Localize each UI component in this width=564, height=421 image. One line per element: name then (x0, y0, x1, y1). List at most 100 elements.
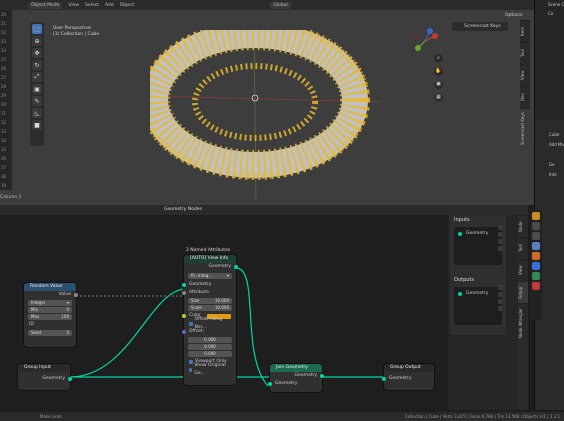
move-down-button[interactable] (498, 306, 503, 311)
object-props-icon[interactable] (532, 252, 540, 260)
size-field[interactable]: Size 10.000 (188, 298, 232, 304)
menu-add[interactable]: Add (105, 3, 114, 8)
data-type-dropdown[interactable]: Integer ▾ (28, 300, 72, 306)
outliner-item[interactable]: Scene Co (535, 0, 564, 9)
outliner-item[interactable]: Co (535, 9, 564, 18)
add-input-button[interactable] (498, 225, 503, 230)
join-geometry-header[interactable]: Join Geometry (270, 364, 322, 372)
tab-screencast-keys[interactable]: Screencast Keys (520, 108, 530, 148)
socket-join-out[interactable] (320, 374, 324, 378)
random-value-header[interactable]: Random Value (24, 283, 76, 291)
offset-x-field[interactable]: 0.000 (188, 337, 232, 343)
add-output-button[interactable] (498, 285, 503, 290)
mode-selector[interactable]: Object Mode (28, 1, 63, 9)
add-modifier-button[interactable]: Add Mod (535, 140, 564, 150)
torus-object[interactable] (150, 30, 380, 200)
group-output-node[interactable]: Group Output Geometry (382, 364, 434, 390)
render-props-icon[interactable] (532, 222, 540, 230)
zoom-icon[interactable]: ⌕ (434, 54, 443, 63)
options-dropdown[interactable]: Options (505, 13, 522, 18)
viewport-only-checkbox[interactable] (189, 360, 193, 364)
node-tree-name[interactable]: Geometry Nodes (164, 207, 202, 212)
grid-icon[interactable]: ▦ (434, 93, 443, 102)
line-number: 27 (1, 75, 7, 80)
props-object-name: Cube (549, 132, 560, 137)
modifier-props-icon[interactable] (532, 262, 540, 270)
join-geometry-in: Geometry (275, 381, 298, 386)
measure-tool[interactable]: ◺ (32, 108, 42, 118)
rotate-tool[interactable]: ↻ (32, 60, 42, 70)
socket-group-output-geometry[interactable] (382, 377, 386, 381)
socket-attribute[interactable] (182, 291, 186, 295)
scale-field[interactable]: Scale 10.000 (188, 305, 232, 311)
physics-props-icon[interactable] (532, 272, 540, 280)
viewer-node-header[interactable]: [AUTO] View Info (184, 255, 236, 263)
min-field[interactable]: Min 0 (28, 307, 72, 313)
group-input-header[interactable]: Group Input (18, 364, 70, 372)
menu-select[interactable]: Select (85, 3, 99, 8)
socket-offset[interactable] (182, 330, 186, 334)
outputs-title[interactable]: Outputs (450, 275, 506, 285)
menu-view[interactable]: View (68, 3, 79, 8)
outputs-list[interactable]: Geometry (454, 287, 502, 325)
line-number: 26 (1, 66, 7, 71)
tool-props-icon[interactable] (532, 212, 540, 220)
socket-value-out[interactable] (74, 293, 78, 297)
tab-tool[interactable]: Tool (518, 237, 528, 259)
show-original-checkbox[interactable] (189, 368, 193, 372)
tab-node[interactable]: Node (518, 215, 528, 237)
tab-group[interactable]: Group (518, 281, 528, 303)
props-item[interactable]: Ge (535, 160, 564, 170)
tab-view[interactable]: View (518, 259, 528, 281)
cursor-tool[interactable]: ⊕ (32, 36, 42, 46)
add-cube-tool[interactable]: ■ (32, 120, 42, 130)
socket-join-in[interactable] (268, 382, 272, 386)
viewer-domain-dropdown[interactable]: Rr, Integ... ▾ (188, 273, 232, 279)
annotate-tool[interactable]: ✎ (32, 96, 42, 106)
group-output-header[interactable]: Group Output (384, 364, 434, 372)
camera-icon[interactable]: ▣ (434, 80, 443, 89)
menu-object[interactable]: Object (120, 3, 135, 8)
remove-input-button[interactable] (498, 232, 503, 237)
navigation-gizmo[interactable] (410, 26, 440, 56)
socket-geometry-in[interactable] (182, 283, 186, 287)
tab-item[interactable]: Item (520, 20, 530, 42)
random-value-node[interactable]: Random Value Value Integer ▾ Min 0 Max 100 … (24, 283, 78, 347)
offset-y-field[interactable]: 0.000 (188, 344, 232, 350)
move-tool[interactable]: ✥ (32, 48, 42, 58)
move-up-button[interactable] (498, 239, 503, 244)
tab-dev[interactable]: Dev (520, 86, 530, 108)
socket-geometry-out[interactable] (234, 265, 238, 269)
group-input-node[interactable]: Group Input Geometry (18, 364, 72, 390)
pan-hand-icon[interactable]: ✋ (434, 67, 443, 76)
remove-output-button[interactable] (498, 292, 503, 297)
tab-tool[interactable]: Tool (520, 42, 530, 64)
tab-node-wrangler[interactable]: Node Wrangler (518, 303, 528, 343)
move-down-button[interactable] (498, 246, 503, 251)
join-geometry-node[interactable]: Join Geometry Geometry Geometry (268, 364, 324, 392)
outputs-geometry-item[interactable]: Geometry (466, 291, 488, 296)
socket-group-input-geometry[interactable] (68, 377, 72, 381)
orientation-selector[interactable]: Global (270, 1, 291, 9)
scene-props-icon[interactable] (532, 242, 540, 250)
offset-along-checkbox[interactable] (189, 322, 193, 326)
output-props-icon[interactable] (532, 232, 540, 240)
scale-tool[interactable]: ⤢ (32, 72, 42, 82)
max-field[interactable]: Max 100 (28, 314, 72, 320)
offset-z-field[interactable]: 0.000 (188, 351, 232, 357)
inputs-list[interactable]: Geometry (454, 227, 502, 265)
seed-field[interactable]: Seed 0 (28, 330, 72, 336)
tab-view[interactable]: View (520, 64, 530, 86)
transform-tool[interactable]: ▣ (32, 84, 42, 94)
select-box-tool[interactable]: ⬚ (32, 24, 42, 34)
inputs-title[interactable]: Inputs (450, 215, 506, 225)
node-editor-side-tabs: Node Tool View Group Node Wrangler (518, 215, 528, 410)
viewer-node[interactable]: [AUTO] View Info Geometry Rr, Integ... ▾ … (182, 255, 238, 385)
material-props-icon[interactable] (532, 282, 540, 290)
move-up-button[interactable] (498, 299, 503, 304)
inputs-geometry-item[interactable]: Geometry (466, 231, 488, 236)
screencast-keys-panel[interactable]: Screencast Keys (452, 22, 508, 31)
socket-color[interactable] (182, 314, 186, 318)
props-item[interactable]: Inte (535, 170, 564, 180)
show-original-label: Show Original Ge... (194, 363, 226, 376)
